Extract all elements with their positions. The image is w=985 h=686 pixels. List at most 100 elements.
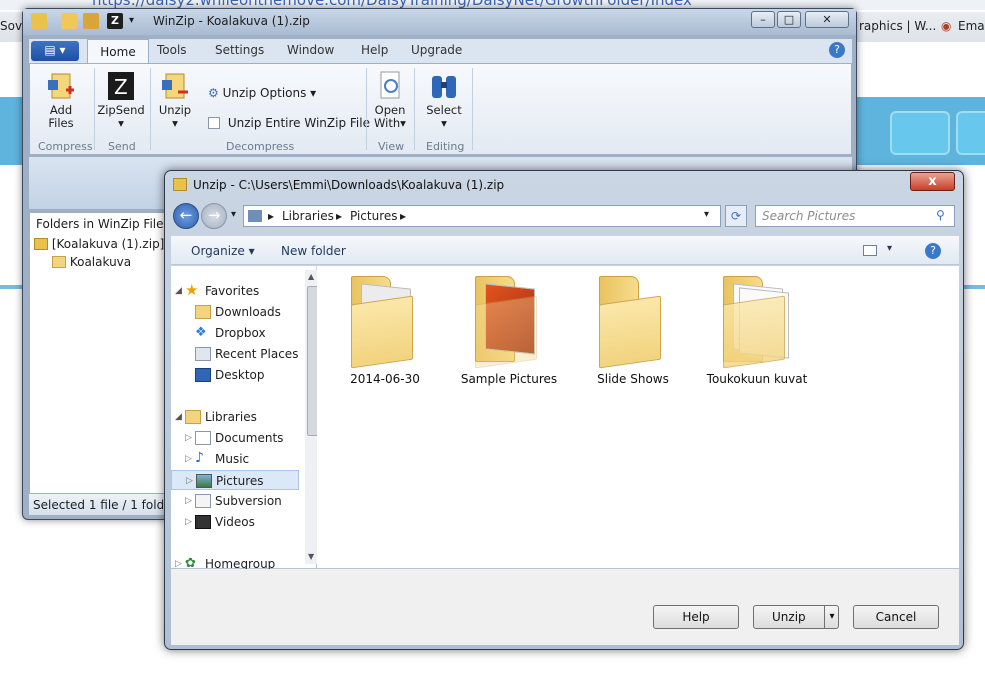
libraries-address-icon [248, 210, 262, 222]
webpage-tile[interactable] [956, 111, 985, 155]
folder-icon [52, 256, 66, 268]
nav-pictures[interactable]: ▷ Pictures [171, 470, 299, 490]
open-with-label-2: With [374, 116, 401, 130]
nav-videos[interactable]: ▷ Videos [171, 512, 299, 532]
new-folder-button[interactable]: New folder [281, 244, 346, 258]
refresh-icon[interactable]: ⟳ [725, 205, 747, 227]
help-icon[interactable]: ? [829, 42, 845, 58]
dialog-close-button[interactable]: x [910, 172, 955, 191]
expand-arrow-icon[interactable]: ▷ [185, 428, 192, 448]
folder-item[interactable]: Slide Shows [571, 276, 695, 386]
forward-arrow-icon[interactable]: → [201, 203, 227, 229]
search-input[interactable]: Search Pictures ⚲ [755, 205, 955, 227]
folder-item[interactable]: Toukokuun kuvat [695, 276, 819, 386]
help-button[interactable]: Help [653, 605, 739, 629]
new-zip-icon[interactable] [83, 13, 99, 29]
select-button[interactable]: Select ▾ [420, 70, 468, 130]
ribbon-separator [366, 68, 367, 150]
collapse-arrow-icon[interactable]: ◢ [175, 281, 182, 301]
tab-upgrade[interactable]: Upgrade [411, 43, 462, 57]
view-dropdown-icon[interactable]: ▾ [887, 243, 892, 254]
nav-libraries-label: Libraries [205, 410, 257, 424]
unzip-label: Unzip [158, 103, 192, 117]
breadcrumb-separator-icon: ▸ [336, 209, 343, 223]
address-dropdown-icon[interactable]: ▾ [704, 209, 709, 220]
folder-label: Sample Pictures [460, 372, 558, 386]
close-button[interactable]: ✕ [805, 11, 849, 28]
tree-item-koalakuva[interactable]: Koalakuva [52, 255, 131, 269]
search-icon[interactable]: ⚲ [936, 208, 945, 222]
maximize-button[interactable]: □ [777, 11, 801, 28]
unzip-button[interactable]: Unzip ▾ [154, 70, 196, 130]
nav-videos-label: Videos [215, 515, 255, 529]
unzip-options-label: Unzip Options [222, 86, 307, 100]
view-options-icon[interactable] [863, 245, 877, 256]
nav-downloads-label: Downloads [215, 305, 281, 319]
tab-window[interactable]: Window [287, 43, 334, 57]
breadcrumb-pictures[interactable]: Pictures [350, 209, 398, 223]
homegroup-icon: ✿ [185, 556, 196, 571]
help-icon[interactable]: ? [925, 243, 941, 259]
downloads-folder-icon [195, 305, 211, 319]
nav-dropbox[interactable]: ❖ Dropbox [171, 323, 299, 343]
unzip-entire-checkbox[interactable]: Unzip Entire WinZip File [208, 116, 370, 130]
scroll-down-icon[interactable]: ▼ [308, 552, 314, 561]
nav-recent-places[interactable]: Recent Places [171, 344, 299, 364]
nav-favorites-label: Favorites [205, 284, 260, 298]
tab-help[interactable]: Help [361, 43, 388, 57]
binoculars-icon [432, 76, 456, 98]
open-with-button[interactable]: Open With▾ [370, 70, 410, 130]
scroll-up-icon[interactable]: ▲ [308, 272, 314, 281]
tab-home[interactable]: Home [87, 39, 149, 64]
back-arrow-icon[interactable]: ← [173, 203, 199, 229]
collapse-arrow-icon[interactable]: ◢ [175, 407, 182, 427]
nav-music[interactable]: ▷ ♪ Music [171, 449, 299, 469]
nav-desktop[interactable]: Desktop [171, 365, 299, 385]
open-zip-icon[interactable] [61, 13, 77, 29]
cancel-button[interactable]: Cancel [853, 605, 939, 629]
address-bar[interactable]: ▸ Libraries ▸ Pictures ▸ ▾ [243, 205, 721, 227]
nav-downloads[interactable]: Downloads [171, 302, 299, 322]
folder-icon [595, 276, 671, 369]
winzip-app-icon[interactable] [31, 13, 47, 29]
file-menu-button[interactable]: ▤ ▾ [31, 41, 79, 61]
unzip-dropdown-icon[interactable]: ▾ [824, 606, 839, 628]
unzip-split-button[interactable]: Unzip ▾ [753, 605, 839, 629]
unzip-options-button[interactable]: ⚙ Unzip Options ▾ [208, 86, 316, 100]
folder-item[interactable]: Sample Pictures [447, 276, 571, 386]
nav-documents[interactable]: ▷ Documents [171, 428, 299, 448]
add-files-button[interactable]: Add Files [38, 70, 84, 130]
expand-arrow-icon[interactable]: ▷ [185, 491, 192, 511]
recent-pages-dropdown-icon[interactable]: ▾ [231, 209, 236, 220]
breadcrumb-libraries[interactable]: Libraries [282, 209, 334, 223]
folders-pane-title: Folders in WinZip File [36, 217, 164, 231]
nav-libraries[interactable]: ◢ Libraries [171, 407, 299, 427]
minimize-button[interactable]: – [751, 11, 775, 28]
nav-subversion[interactable]: ▷ Subversion [171, 491, 299, 511]
folder-icon [471, 276, 547, 369]
navigation-bar: ← → ▾ ▸ Libraries ▸ Pictures ▸ ▾ ⟳ Searc… [171, 201, 959, 231]
unzip-entire-label: Unzip Entire WinZip File [227, 116, 370, 130]
subversion-icon [195, 494, 211, 508]
nav-favorites[interactable]: ◢ ★ Favorites [171, 281, 299, 301]
quick-access-dropdown-icon[interactable]: ▾ [129, 15, 134, 26]
browser-bookmark-graphics[interactable]: raphics | W... [859, 19, 936, 33]
folder-item[interactable]: 2014-06-30 [323, 276, 447, 386]
webpage-tile[interactable] [890, 111, 950, 155]
checkbox-box[interactable] [208, 117, 220, 129]
winzip-title: WinZip - Koalakuva (1).zip [153, 14, 310, 28]
expand-arrow-icon[interactable]: ▷ [185, 449, 192, 469]
winzip-titlebar[interactable]: Z ▾ WinZip - Koalakuva (1).zip – □ ✕ [23, 9, 856, 35]
tree-item-zip-root[interactable]: [Koalakuva (1).zip] [34, 237, 164, 251]
folder-icon [719, 276, 795, 369]
organize-button[interactable]: Organize ▾ [191, 244, 255, 258]
zipsend-label: ZipSend [97, 103, 145, 117]
tab-settings[interactable]: Settings [215, 43, 264, 57]
zipsend-button[interactable]: Z ZipSend ▾ [96, 70, 146, 130]
expand-arrow-icon[interactable]: ▷ [186, 471, 193, 491]
tab-tools[interactable]: Tools [157, 43, 187, 57]
star-icon: ★ [185, 281, 199, 299]
browser-bookmark-email[interactable]: Emai [958, 19, 985, 33]
zip-quick-icon[interactable]: Z [107, 13, 123, 29]
expand-arrow-icon[interactable]: ▷ [185, 512, 192, 532]
